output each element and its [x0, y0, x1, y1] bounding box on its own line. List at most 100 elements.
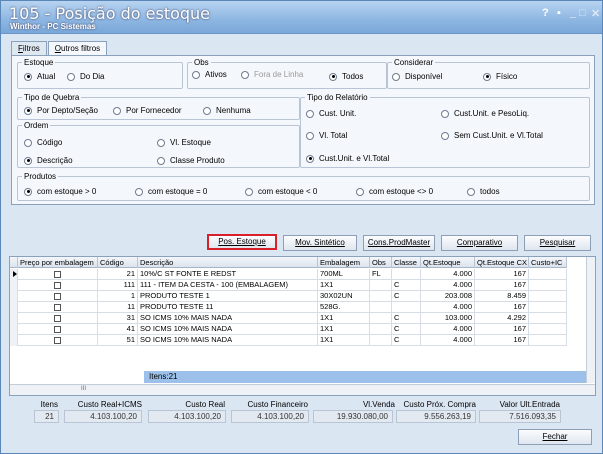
checkbox[interactable]	[54, 282, 61, 290]
tab-outros-filtros[interactable]: Outros filtros	[47, 41, 108, 55]
radio-relatorio-cust-unit[interactable]: Cust. Unit.	[306, 109, 356, 118]
tab-filtros[interactable]: Filtros	[11, 41, 47, 55]
checkbox[interactable]	[54, 326, 61, 334]
close-icon[interactable]: ✕	[591, 7, 600, 20]
valor-ult-entrada-label: Valor Ult.Entrada	[499, 400, 560, 409]
itens-value: 21	[34, 410, 59, 423]
cell-custo	[529, 335, 567, 346]
custo-real-icms-label: Custo Real+ICMS	[77, 400, 142, 409]
checkbox[interactable]	[54, 293, 61, 301]
checkbox[interactable]	[54, 337, 61, 345]
radio-ordem-codigo[interactable]: Código	[24, 138, 62, 147]
table-row[interactable]: 51 SO ICMS 10% MAIS NADA 1X1 C 4.000 167	[10, 335, 567, 346]
grid-summary: Itens:21	[144, 371, 587, 383]
radio-icon	[241, 70, 249, 79]
cell-descricao: SO ICMS 10% MAIS NADA	[138, 335, 318, 346]
table-row[interactable]: 31 SO ICMS 10% MAIS NADA 1X1 C 103.000 4.292	[10, 313, 567, 324]
radio-quebra-fornecedor[interactable]: Por Fornecedor	[113, 106, 182, 115]
cell-codigo: 111	[98, 280, 138, 291]
table-row[interactable]: 111 111 - ITEM DA CESTA - 100 (EMBALAGEM)…	[10, 280, 567, 291]
radio-selected-icon	[24, 187, 32, 196]
column-header[interactable]: Embalagem	[318, 257, 370, 268]
cons-prodmaster-button[interactable]: Cons.ProdMaster	[363, 235, 435, 251]
scroll-grip-icon: III	[81, 386, 87, 392]
cell-embalagem: 700ML	[318, 269, 370, 280]
radio-considerar-disponivel[interactable]: Disponível	[392, 72, 442, 81]
radio-considerar-fisico[interactable]: Físico	[483, 72, 517, 81]
radio-icon	[306, 131, 314, 140]
radio-icon	[441, 131, 449, 140]
cell-qt-cx: 167	[475, 324, 529, 335]
main-window: 105 - Posição do estoque Winthor - PC Si…	[0, 0, 603, 454]
custo-real-label: Custo Real	[185, 400, 225, 409]
minimize-icon[interactable]: _	[570, 7, 576, 19]
radio-selected-icon	[24, 106, 32, 115]
radio-icon	[113, 106, 121, 115]
fechar-button[interactable]: Fechar	[518, 429, 592, 445]
radio-relatorio-vl-total[interactable]: Vl. Total	[306, 131, 347, 140]
cell-classe	[392, 302, 421, 313]
cell-qt-cx: 167	[475, 280, 529, 291]
cell-qt-estoque: 4.000	[421, 324, 475, 335]
radio-icon	[467, 187, 475, 196]
radio-relatorio-cust-unit-pesoliq[interactable]: Cust.Unit. e PesoLiq.	[441, 109, 529, 118]
maximize-icon[interactable]: □	[579, 7, 586, 19]
radio-relatorio-sem-cust-unit[interactable]: Sem Cust.Unit. e Vl.Total	[441, 131, 543, 140]
radio-produtos-estoque-maior[interactable]: com estoque > 0	[24, 187, 96, 196]
custo-real-icms-value: 4.103.100,20	[64, 410, 142, 423]
radio-estoque-atual[interactable]: Atual	[24, 72, 55, 81]
cell-classe: C	[392, 324, 421, 335]
table-row[interactable]: 1 PRODUTO TESTE 1 30X02UN C 203.008 8.459	[10, 291, 567, 302]
comparativo-button[interactable]: Comparativo	[441, 235, 518, 251]
radio-obs-todos[interactable]: Todos	[329, 72, 363, 81]
radio-produtos-estoque-menor[interactable]: com estoque < 0	[245, 187, 317, 196]
radio-quebra-depto-secao[interactable]: Por Depto/Seção	[24, 106, 98, 115]
cell-obs	[370, 291, 392, 302]
pesquisar-button[interactable]: Pesquisar	[524, 235, 591, 251]
cell-obs	[370, 324, 392, 335]
table-row[interactable]: 11 PRODUTO TESTE 11 528G. 4.000 167	[10, 302, 567, 313]
radio-selected-icon	[483, 72, 491, 81]
pos-estoque-button[interactable]: Pos. Estoque	[207, 234, 277, 250]
cell-codigo: 1	[98, 291, 138, 302]
radio-ordem-classe-produto[interactable]: Classe Produto	[157, 156, 225, 165]
radio-relatorio-cust-unit-vl-total[interactable]: Cust.Unit. e Vl.Total	[306, 154, 389, 163]
radio-estoque-do-dia[interactable]: Do Dia	[67, 72, 104, 81]
cell-qt-cx: 4.292	[475, 313, 529, 324]
column-header[interactable]: Classe	[392, 257, 421, 268]
cell-custo	[529, 269, 567, 280]
radio-produtos-estoque-igual[interactable]: com estoque = 0	[135, 187, 207, 196]
column-header[interactable]: Código	[98, 257, 138, 268]
radio-produtos-todos[interactable]: todos	[467, 187, 500, 196]
radio-ordem-vl-estoque[interactable]: Vl. Estoque	[157, 138, 211, 147]
table-row[interactable]: 41 SO ICMS 10% MAIS NADA 1X1 C 4.000 167	[10, 324, 567, 335]
column-header[interactable]: Preço por embalagem	[18, 257, 98, 268]
cell-obs: FL	[370, 269, 392, 280]
radio-obs-ativos[interactable]: Ativos	[192, 70, 227, 79]
cell-descricao: PRODUTO TESTE 11	[138, 302, 318, 313]
checkbox[interactable]	[54, 271, 61, 279]
cell-codigo: 41	[98, 324, 138, 335]
valor-ult-entrada-value: 7.516.093,35	[479, 410, 561, 423]
cell-embalagem: 1X1	[318, 324, 370, 335]
mov-sintetico-button[interactable]: Mov. Sintético	[283, 235, 357, 251]
radio-quebra-nenhuma[interactable]: Nenhuma	[203, 106, 251, 115]
checkbox[interactable]	[54, 304, 61, 312]
column-header[interactable]: Qt.Estoque CX	[475, 257, 529, 268]
vertical-scrollbar[interactable]	[586, 257, 595, 383]
horizontal-scrollbar[interactable]: III	[10, 384, 595, 395]
column-header[interactable]: Obs	[370, 257, 392, 268]
checkbox[interactable]	[54, 315, 61, 323]
cell-classe: C	[392, 291, 421, 302]
column-header[interactable]: Descrição	[138, 257, 318, 268]
help-icon[interactable]: ?	[542, 7, 549, 19]
radio-produtos-estoque-diferente[interactable]: com estoque <> 0	[356, 187, 433, 196]
column-header[interactable]: Custo+IC	[529, 257, 567, 268]
restore-icon[interactable]: ▪	[557, 7, 561, 19]
table-row[interactable]: 21 10%/C ST FONTE E REDST 700ML FL 4.000 167	[10, 269, 567, 280]
cell-custo	[529, 280, 567, 291]
column-header[interactable]: Qt.Estoque	[421, 257, 475, 268]
radio-ordem-descricao[interactable]: Descrição	[24, 156, 73, 165]
radio-icon	[24, 138, 32, 147]
cell-classe: C	[392, 335, 421, 346]
